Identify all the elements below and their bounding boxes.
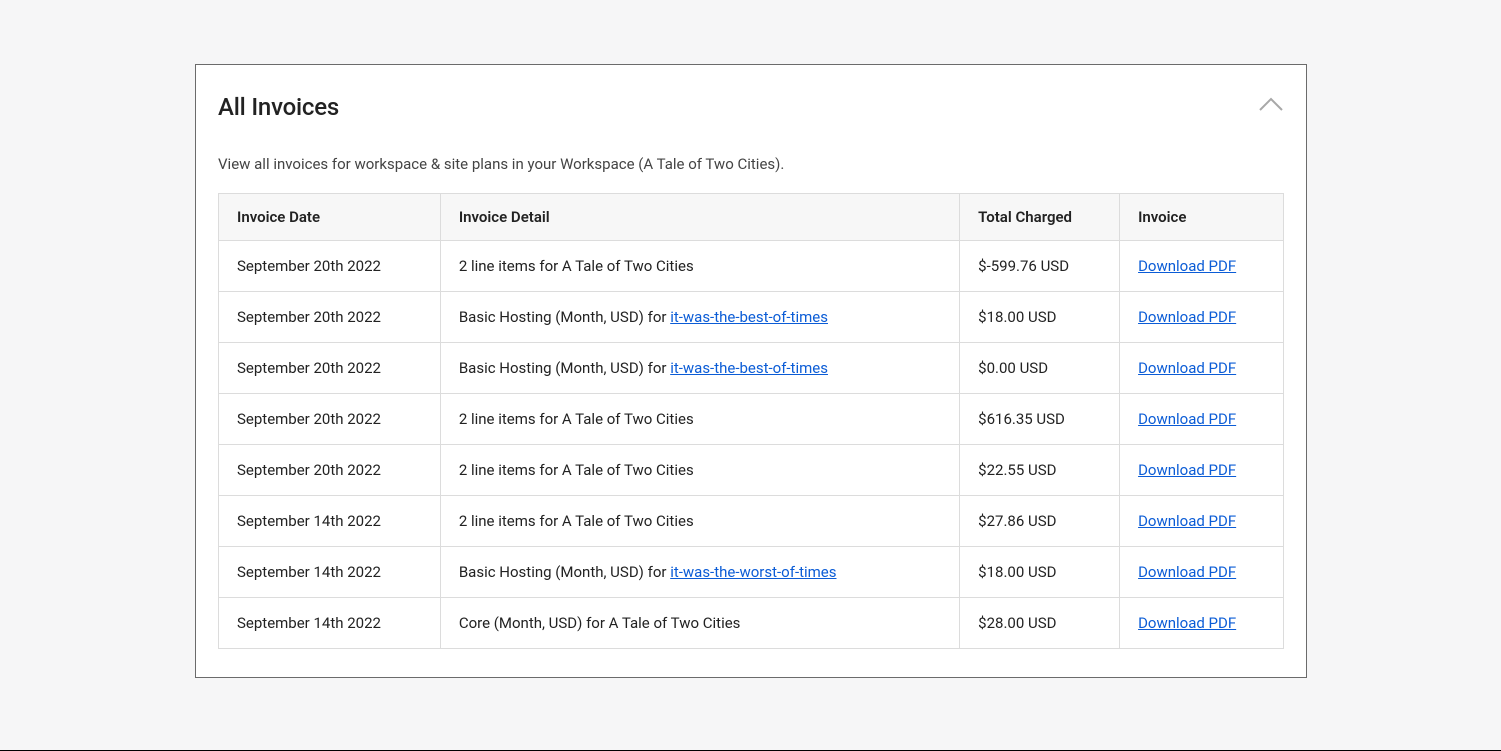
download-pdf-link[interactable]: Download PDF [1138, 461, 1236, 479]
download-pdf-link[interactable]: Download PDF [1138, 308, 1236, 326]
download-pdf-link[interactable]: Download PDF [1138, 614, 1236, 632]
cell-total: $22.55 USD [960, 445, 1120, 496]
cell-invoice: Download PDF [1120, 445, 1284, 496]
col-header-detail: Invoice Detail [440, 194, 959, 241]
cell-total: $-599.76 USD [960, 241, 1120, 292]
cell-date: September 20th 2022 [219, 445, 441, 496]
cell-total: $18.00 USD [960, 292, 1120, 343]
cell-invoice: Download PDF [1120, 547, 1284, 598]
cell-date: September 14th 2022 [219, 496, 441, 547]
cell-total: $28.00 USD [960, 598, 1120, 649]
cell-invoice: Download PDF [1120, 598, 1284, 649]
invoices-table: Invoice Date Invoice Detail Total Charge… [218, 193, 1284, 649]
cell-detail: 2 line items for A Tale of Two Cities [440, 496, 959, 547]
cell-date: September 20th 2022 [219, 394, 441, 445]
card-subtitle: View all invoices for workspace & site p… [218, 155, 1284, 173]
cell-detail: 2 line items for A Tale of Two Cities [440, 394, 959, 445]
site-link[interactable]: it-was-the-best-of-times [670, 308, 828, 326]
detail-text: Core (Month, USD) for A Tale of Two Citi… [459, 614, 741, 632]
detail-text: 2 line items for A Tale of Two Cities [459, 257, 694, 275]
cell-invoice: Download PDF [1120, 292, 1284, 343]
table-row: September 20th 2022Basic Hosting (Month,… [219, 343, 1284, 394]
download-pdf-link[interactable]: Download PDF [1138, 512, 1236, 530]
cell-detail: 2 line items for A Tale of Two Cities [440, 241, 959, 292]
table-row: September 14th 2022 Core (Month, USD) for… [219, 598, 1284, 649]
detail-text: 2 line items for A Tale of Two Cities [459, 461, 694, 479]
download-pdf-link[interactable]: Download PDF [1138, 359, 1236, 377]
cell-detail: Core (Month, USD) for A Tale of Two Citi… [440, 598, 959, 649]
site-link[interactable]: it-was-the-best-of-times [670, 359, 828, 377]
cell-total: $27.86 USD [960, 496, 1120, 547]
cell-total: $18.00 USD [960, 547, 1120, 598]
download-pdf-link[interactable]: Download PDF [1138, 410, 1236, 428]
col-header-invoice: Invoice [1120, 194, 1284, 241]
download-pdf-link[interactable]: Download PDF [1138, 257, 1236, 275]
cell-date: September 14th 2022 [219, 547, 441, 598]
detail-text: Basic Hosting (Month, USD) for [459, 563, 670, 581]
col-header-total: Total Charged [960, 194, 1120, 241]
cell-total: $616.35 USD [960, 394, 1120, 445]
cell-invoice: Download PDF [1120, 394, 1284, 445]
cell-date: September 20th 2022 [219, 241, 441, 292]
cell-detail: Basic Hosting (Month, USD) for it-was-th… [440, 547, 959, 598]
table-row: September 20th 2022 2 line items for A Ta… [219, 241, 1284, 292]
card-title: All Invoices [218, 93, 339, 121]
chevron-up-icon[interactable] [1258, 97, 1284, 117]
col-header-date: Invoice Date [219, 194, 441, 241]
cell-detail: 2 line items for A Tale of Two Cities [440, 445, 959, 496]
table-row: September 14th 2022 2 line items for A Ta… [219, 496, 1284, 547]
cell-detail: Basic Hosting (Month, USD) for it-was-th… [440, 343, 959, 394]
cell-invoice: Download PDF [1120, 343, 1284, 394]
cell-date: September 20th 2022 [219, 292, 441, 343]
cell-detail: Basic Hosting (Month, USD) for it-was-th… [440, 292, 959, 343]
cell-date: September 20th 2022 [219, 343, 441, 394]
detail-text: 2 line items for A Tale of Two Cities [459, 512, 694, 530]
cell-date: September 14th 2022 [219, 598, 441, 649]
invoices-card: All Invoices View all invoices for works… [195, 64, 1307, 678]
table-header-row: Invoice Date Invoice Detail Total Charge… [219, 194, 1284, 241]
table-row: September 20th 2022 2 line items for A Ta… [219, 394, 1284, 445]
detail-text: 2 line items for A Tale of Two Cities [459, 410, 694, 428]
cell-invoice: Download PDF [1120, 496, 1284, 547]
table-row: September 20th 2022Basic Hosting (Month,… [219, 292, 1284, 343]
detail-text: Basic Hosting (Month, USD) for [459, 359, 670, 377]
table-row: September 20th 2022 2 line items for A Ta… [219, 445, 1284, 496]
site-link[interactable]: it-was-the-worst-of-times [670, 563, 836, 581]
cell-total: $0.00 USD [960, 343, 1120, 394]
cell-invoice: Download PDF [1120, 241, 1284, 292]
card-header: All Invoices [218, 93, 1284, 121]
detail-text: Basic Hosting (Month, USD) for [459, 308, 670, 326]
download-pdf-link[interactable]: Download PDF [1138, 563, 1236, 581]
table-row: September 14th 2022Basic Hosting (Month,… [219, 547, 1284, 598]
